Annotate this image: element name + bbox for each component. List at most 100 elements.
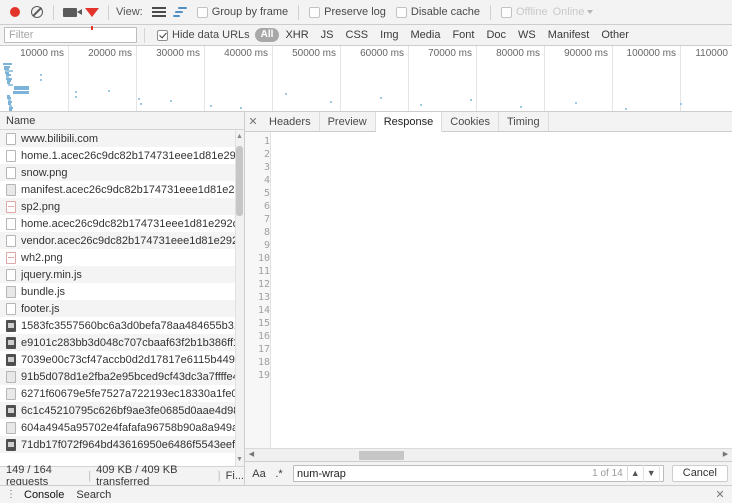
scrollbar-thumb[interactable] xyxy=(236,146,243,216)
line-number: 9 xyxy=(263,240,270,251)
timeline-ruler: 10000 ms 20000 ms 30000 ms 40000 ms 5000… xyxy=(0,46,732,111)
request-row-17[interactable]: 604a4945a95702e4fafafa96758b90a8a949aade… xyxy=(0,419,244,436)
file-icon xyxy=(6,166,16,179)
tab-response[interactable]: Response xyxy=(375,112,443,132)
request-name: footer.js xyxy=(21,302,60,315)
find-prev-button[interactable]: ▲ xyxy=(628,465,644,482)
request-row-1[interactable]: home.1.acec26c9dc82b174731eee1d81e292d54… xyxy=(0,147,244,164)
clear-button[interactable] xyxy=(26,2,48,23)
tick-label: 10000 ms xyxy=(20,48,64,59)
status-divider: | xyxy=(88,470,92,482)
tab-timing[interactable]: Timing xyxy=(499,112,549,131)
drawer-tab-console[interactable]: Console xyxy=(18,489,70,501)
find-input-wrapper[interactable]: 1 of 14 ▲ ▼ xyxy=(293,465,664,482)
kebab-menu-icon[interactable]: ⋮ xyxy=(4,489,18,500)
find-result-count: 1 of 14 xyxy=(592,468,623,479)
filter-type-media[interactable]: Media xyxy=(404,29,446,41)
close-detail-button[interactable]: ✕ xyxy=(245,112,261,131)
line-number: 10 xyxy=(257,253,270,264)
request-row-18[interactable]: 71db17f072f964bd43616950e6486f5543eef09b… xyxy=(0,436,244,453)
preserve-log-label: Preserve log xyxy=(324,6,386,18)
filter-type-doc[interactable]: Doc xyxy=(480,29,512,41)
filter-input[interactable] xyxy=(4,27,137,43)
request-name: 7039e00c73cf47accb0d2d17817e6115b449d9f2… xyxy=(21,353,244,366)
filter-toggle-button[interactable] xyxy=(81,2,103,30)
list-view-icon xyxy=(151,7,166,17)
request-row-12[interactable]: e9101c283bb3d048c707cbaaf63f2b1b386ff106… xyxy=(0,334,244,351)
request-name: sp2.png xyxy=(21,200,61,213)
tick-label: 30000 ms xyxy=(156,48,200,59)
request-row-14[interactable]: 91b5d078d1e2fba2e95bced9cf43dc3a7ffffe46… xyxy=(0,368,244,385)
request-row-15[interactable]: 6271f60679e5fe7527a722193ec18330a1fe0d6a… xyxy=(0,385,244,402)
request-list[interactable]: www.bilibili.com home.1.acec26c9dc82b174… xyxy=(0,130,244,466)
line-number: 18 xyxy=(257,357,270,368)
scroll-left-icon[interactable]: ◀ xyxy=(245,449,258,461)
waterfall-view-button[interactable] xyxy=(170,2,192,23)
request-row-7[interactable]: wh2.png xyxy=(0,249,244,266)
close-icon[interactable]: ✕ xyxy=(712,488,728,501)
request-name: vendor.acec26c9dc82b174731eee1d81e292d54… xyxy=(21,234,244,247)
response-horizontal-scrollbar[interactable]: ◀ ▶ xyxy=(245,448,732,461)
preserve-log-checkbox[interactable]: Preserve log xyxy=(304,6,391,18)
filter-type-js[interactable]: JS xyxy=(315,29,340,41)
tab-cookies[interactable]: Cookies xyxy=(442,112,499,131)
request-list-header[interactable]: Name xyxy=(0,112,244,130)
offline-checkbox[interactable]: Offline xyxy=(496,6,553,18)
request-row-4[interactable]: sp2.png xyxy=(0,198,244,215)
line-number-gutter: 1 2 3 4 5 6 7 8 9 10 11 12 13 14 15 16 1 xyxy=(245,132,271,448)
request-row-3[interactable]: manifest.acec26c9dc82b174731eee1d81e292d… xyxy=(0,181,244,198)
drawer-tab-search[interactable]: Search xyxy=(70,489,117,501)
match-case-icon[interactable]: Aa xyxy=(249,468,269,480)
scroll-down-icon[interactable]: ▼ xyxy=(236,456,243,463)
filter-type-manifest[interactable]: Manifest xyxy=(542,29,596,41)
tab-preview[interactable]: Preview xyxy=(320,112,376,131)
request-row-16[interactable]: 6c1c45210795c626bf9ae3fe0685d0aae4d98bc0… xyxy=(0,402,244,419)
record-button[interactable] xyxy=(4,2,26,23)
request-row-8[interactable]: jquery.min.js xyxy=(0,266,244,283)
request-row-5[interactable]: home.acec26c9dc82b174731eee1d81e292d5457… xyxy=(0,215,244,232)
filter-type-img[interactable]: Img xyxy=(374,29,404,41)
line-number: 4 xyxy=(263,175,270,186)
filter-type-all[interactable]: All xyxy=(254,28,280,42)
find-nav[interactable]: ▲ ▼ xyxy=(626,465,660,482)
request-list-panel: Name www.bilibili.com home.1.acec26c9dc8… xyxy=(0,112,245,488)
response-code[interactable]: buga/"><div class="num-wrap"><span>--</s… xyxy=(271,132,732,448)
request-row-2[interactable]: snow.png xyxy=(0,164,244,181)
response-body-viewer[interactable]: 1 2 3 4 5 6 7 8 9 10 11 12 13 14 15 16 1 xyxy=(245,132,732,448)
list-view-button[interactable] xyxy=(148,2,170,23)
hscrollbar-track[interactable] xyxy=(258,449,719,462)
request-row-9[interactable]: bundle.js xyxy=(0,283,244,300)
filter-type-font[interactable]: Font xyxy=(446,29,480,41)
filter-type-xhr[interactable]: XHR xyxy=(279,29,314,41)
capture-screenshots-button[interactable] xyxy=(59,2,82,23)
hscrollbar-thumb[interactable] xyxy=(359,450,405,460)
network-overview-timeline[interactable]: 10000 ms 20000 ms 30000 ms 40000 ms 5000… xyxy=(0,46,732,112)
scroll-up-icon[interactable]: ▲ xyxy=(236,133,243,140)
find-next-button[interactable]: ▼ xyxy=(644,465,660,482)
throttling-select[interactable]: Online xyxy=(553,6,594,18)
disable-cache-checkbox[interactable]: Disable cache xyxy=(391,6,485,18)
tab-headers[interactable]: Headers xyxy=(261,112,320,131)
filter-type-ws[interactable]: WS xyxy=(512,29,542,41)
toolbar-divider-4 xyxy=(489,4,491,20)
request-row-11[interactable]: 1583fc3557560bc6a3d0befa78aa484655b313ac… xyxy=(0,317,244,334)
filter-type-other[interactable]: Other xyxy=(595,29,635,41)
request-row-0[interactable]: www.bilibili.com xyxy=(0,130,244,147)
filter-type-css[interactable]: CSS xyxy=(340,29,375,41)
request-row-6[interactable]: vendor.acec26c9dc82b174731eee1d81e292d54… xyxy=(0,232,244,249)
request-name: 1583fc3557560bc6a3d0befa78aa484655b313ac… xyxy=(21,319,244,332)
scroll-right-icon[interactable]: ▶ xyxy=(719,449,732,461)
regex-icon[interactable]: .* xyxy=(269,468,289,480)
group-by-frame-checkbox[interactable]: Group by frame xyxy=(192,6,293,18)
find-cancel-button[interactable]: Cancel xyxy=(671,465,728,482)
waterfall-view-icon xyxy=(173,6,188,18)
find-input[interactable] xyxy=(297,467,593,480)
request-row-10[interactable]: footer.js xyxy=(0,300,244,317)
request-row-13[interactable]: 7039e00c73cf47accb0d2d17817e6115b449d9f2… xyxy=(0,351,244,368)
file-icon xyxy=(6,319,16,332)
throttling-value: Online xyxy=(552,6,585,18)
overview-waterfall-bars xyxy=(0,63,732,111)
hide-data-urls-checkbox[interactable]: Hide data URLs xyxy=(152,29,255,41)
request-list-scrollbar[interactable]: ▲ ▼ xyxy=(235,130,244,466)
filter-divider xyxy=(144,27,145,43)
